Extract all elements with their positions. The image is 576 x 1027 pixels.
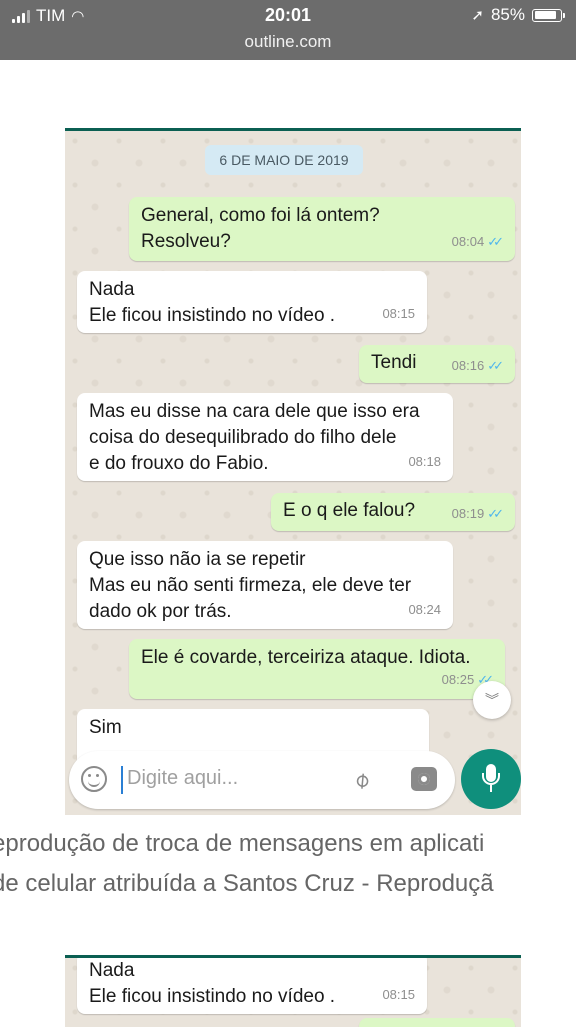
- mic-icon[interactable]: [461, 749, 521, 809]
- browser-top-bar: TIM ◠ 20:01 ➚ 85% outline.com: [0, 0, 576, 60]
- emoji-icon[interactable]: [81, 766, 107, 792]
- read-receipt-icon: ✓✓: [487, 234, 504, 249]
- camera-icon[interactable]: [411, 767, 437, 791]
- message-time: 08:15: [382, 987, 415, 1002]
- message-meta: 08:15: [382, 982, 415, 1008]
- message-text: Sim: [89, 717, 122, 738]
- message-bubble-incoming: Nada Ele ficou insistindo no vídeo . 08:…: [77, 271, 427, 333]
- image-caption: eprodução de troca de mensagens em aplic…: [0, 824, 576, 904]
- message-time: 08:04: [451, 234, 485, 249]
- attach-icon[interactable]: ⌀: [348, 766, 375, 794]
- message-text: Nada Ele ficou insistindo no vídeo .: [89, 960, 336, 1007]
- scroll-down-icon[interactable]: ︾: [473, 681, 511, 719]
- read-receipt-icon: ✓✓: [487, 506, 504, 521]
- message-text: Que isso não ia se repetir Mas eu não se…: [89, 549, 412, 622]
- message-meta: 08:15: [382, 301, 415, 327]
- message-bubble-outgoing: Tendi 08:16 ✓✓: [359, 345, 515, 383]
- message-bubble-outgoing: [359, 1018, 515, 1027]
- message-time: 08:15: [382, 306, 415, 321]
- message-time: 08:19: [451, 506, 485, 521]
- message-time: 08:25: [441, 672, 475, 687]
- message-time: 08:18: [408, 454, 441, 469]
- message-input-bar[interactable]: Digite aqui... ⌀: [69, 751, 455, 809]
- message-bubble-outgoing: General, como foi lá ontem? Resolveu? 08…: [129, 197, 515, 261]
- read-receipt-icon: ✓✓: [487, 358, 504, 373]
- message-text: General, como foi lá ontem? Resolveu?: [141, 205, 380, 252]
- message-input-placeholder[interactable]: Digite aqui...: [127, 767, 238, 790]
- message-meta: 08:04 ✓✓: [451, 229, 504, 255]
- message-meta: 08:24: [408, 597, 441, 623]
- chat-screenshot: 6 DE MAIO DE 2019 General, como foi lá o…: [65, 128, 521, 815]
- message-text: Ele é covarde, terceiriza ataque. Idiota…: [141, 647, 471, 668]
- message-text: Nada Ele ficou insistindo no vídeo .: [89, 279, 336, 326]
- message-bubble-incoming: Que isso não ia se repetir Mas eu não se…: [77, 541, 453, 629]
- message-meta: 08:18: [408, 449, 441, 475]
- battery-icon: [532, 8, 565, 22]
- message-time: 08:24: [408, 602, 441, 617]
- text-cursor: [121, 766, 123, 794]
- message-bubble-incoming: Mas eu disse na cara dele que isso era c…: [77, 393, 453, 481]
- message-bubble-incoming: Nada Ele ficou insistindo no vídeo . 08:…: [77, 958, 427, 1014]
- battery-percent: 85%: [490, 5, 525, 24]
- message-time: 08:16: [451, 358, 485, 373]
- caption-line-1: eprodução de troca de mensagens em aplic…: [0, 830, 485, 857]
- status-right: ➚ 85%: [471, 5, 565, 25]
- address-bar-url[interactable]: outline.com: [0, 32, 576, 52]
- message-meta: 08:19 ✓✓: [451, 501, 504, 527]
- message-bubble-outgoing: E o q ele falou? 08:19 ✓✓: [271, 493, 515, 531]
- chat-screenshot-second: Nada Ele ficou insistindo no vídeo . 08:…: [65, 955, 521, 1027]
- message-text: Mas eu disse na cara dele que isso era c…: [89, 401, 420, 474]
- message-meta: 08:16 ✓✓: [451, 353, 504, 379]
- caption-line-2: de celular atribuída a Santos Cruz - Rep…: [0, 870, 494, 897]
- message-bubble-outgoing: Ele é covarde, terceiriza ataque. Idiota…: [129, 639, 505, 699]
- date-chip: 6 DE MAIO DE 2019: [205, 145, 363, 175]
- location-arrow-icon: ➚: [471, 7, 484, 24]
